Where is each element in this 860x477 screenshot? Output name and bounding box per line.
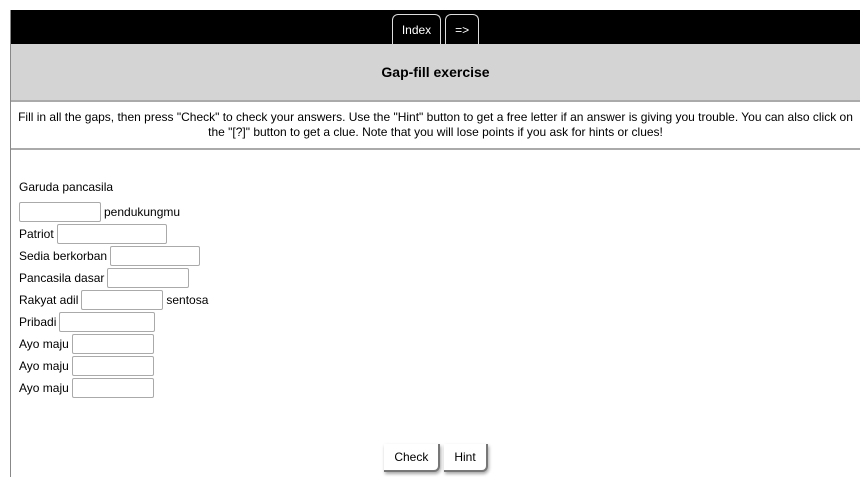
gap-input-8[interactable] (71, 356, 154, 376)
gap-input-6[interactable] (59, 312, 156, 332)
exercise-content: Garuda pancasila pendukungmu Patriot Sed… (11, 150, 860, 399)
exercise-frame: Index => Gap-fill exercise Fill in all t… (10, 10, 860, 477)
gap-input-7[interactable] (71, 334, 154, 354)
line-0: Garuda pancasila (19, 176, 860, 198)
action-buttons: Check Hint (11, 444, 860, 472)
line-2: Patriot (19, 223, 860, 245)
nav-bar: Index => (11, 10, 860, 44)
line-6-text: Pribadi (19, 315, 57, 329)
line-5-text: Rakyat adil (19, 293, 79, 307)
instructions-text: Fill in all the gaps, then press "Check"… (11, 102, 860, 150)
page-title: Gap-fill exercise (381, 64, 490, 80)
line-4-text: Pancasila dasar (19, 271, 105, 285)
line-9: Ayo maju (19, 377, 860, 399)
next-button[interactable]: => (445, 14, 480, 44)
hint-button[interactable]: Hint (444, 444, 488, 472)
gap-input-5[interactable] (81, 290, 164, 310)
check-button[interactable]: Check (384, 444, 441, 472)
gap-input-1[interactable] (19, 202, 101, 222)
index-button[interactable]: Index (391, 14, 442, 44)
line-8-text: Ayo maju (19, 359, 69, 373)
line-7-text: Ayo maju (19, 337, 69, 351)
line-6: Pribadi (19, 311, 860, 333)
line-7: Ayo maju (19, 333, 860, 355)
line-3-text: Sedia berkorban (19, 249, 108, 263)
line-1: pendukungmu (19, 201, 860, 223)
gap-input-2[interactable] (56, 224, 167, 244)
line-0-text: Garuda pancasila (19, 180, 114, 194)
gap-input-9[interactable] (71, 378, 154, 398)
line-2-text: Patriot (19, 227, 54, 241)
gap-input-4[interactable] (107, 268, 190, 288)
line-8: Ayo maju (19, 355, 860, 377)
gap-input-3[interactable] (110, 246, 201, 266)
line-9-text: Ayo maju (19, 381, 69, 395)
title-bar: Gap-fill exercise (11, 44, 860, 102)
line-1-text: pendukungmu (104, 205, 181, 219)
line-3: Sedia berkorban (19, 245, 860, 267)
top-strip (0, 0, 860, 10)
line-5: Rakyat adil sentosa (19, 289, 860, 311)
line-5-text-after: sentosa (166, 293, 209, 307)
line-4: Pancasila dasar (19, 267, 860, 289)
